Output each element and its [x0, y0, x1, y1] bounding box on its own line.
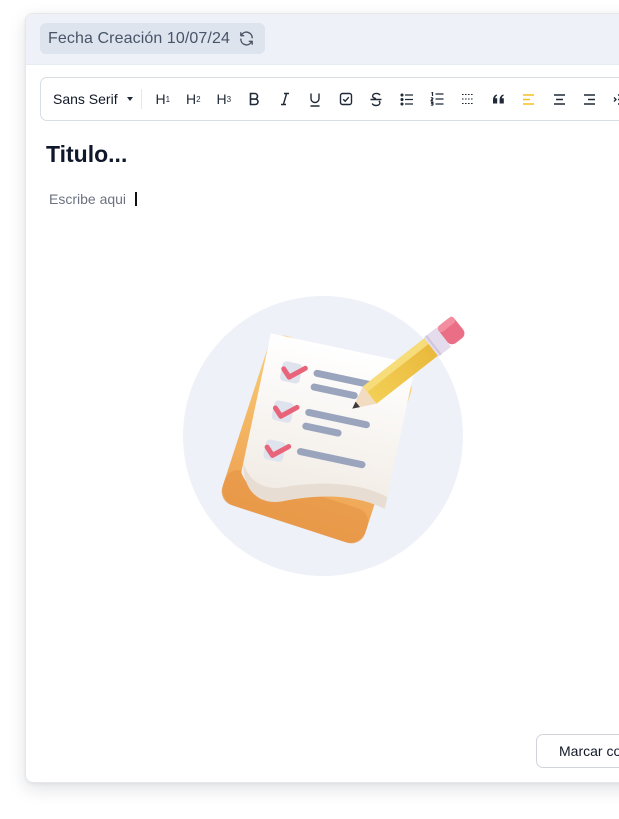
font-family-select[interactable]: Sans Serif	[53, 78, 133, 120]
formatting-toolbar: Sans Serif H1 H2 H3	[40, 77, 619, 121]
refresh-icon[interactable]	[238, 30, 255, 47]
chevron-down-icon	[126, 97, 133, 101]
quote-icon	[492, 94, 504, 104]
italic-button[interactable]	[270, 85, 301, 113]
italic-icon	[280, 92, 289, 106]
ordered-list-button[interactable]	[422, 85, 453, 113]
strikethrough-icon	[370, 92, 382, 106]
underline-icon	[310, 93, 321, 107]
underline-button[interactable]	[300, 85, 331, 113]
toolbar-divider	[140, 89, 142, 109]
divider-button[interactable]	[453, 85, 484, 113]
checkbox-button[interactable]	[331, 85, 362, 113]
align-center-button[interactable]	[544, 85, 575, 113]
align-right-icon	[584, 93, 596, 105]
align-right-button[interactable]	[575, 85, 606, 113]
card-header: Fecha Creación 10/07/24	[26, 14, 619, 65]
creation-date-badge[interactable]: Fecha Creación 10/07/24	[40, 23, 265, 54]
bold-icon	[250, 92, 260, 106]
font-family-value: Sans Serif	[53, 91, 118, 107]
heading-2-button[interactable]: H2	[178, 85, 209, 113]
align-center-icon	[553, 93, 565, 105]
note-body-placeholder: Escribe aqui	[49, 191, 127, 207]
ordered-list-icon	[430, 92, 444, 106]
strikethrough-button[interactable]	[361, 85, 392, 113]
text-cursor	[135, 192, 137, 206]
note-title-input[interactable]: Titulo...	[46, 141, 127, 168]
align-left-icon	[523, 93, 535, 105]
note-card: Fecha Creación 10/07/24 Sans Serif H1 H2…	[25, 13, 619, 783]
note-body-input[interactable]: Escribe aqui	[49, 191, 137, 207]
checkbox-icon	[339, 92, 353, 106]
bold-button[interactable]	[239, 85, 270, 113]
indent-icon	[613, 93, 619, 105]
bullet-list-button[interactable]	[392, 85, 423, 113]
heading-1-button[interactable]: H1	[148, 85, 179, 113]
bullet-list-icon	[400, 92, 413, 106]
creation-date-label: Fecha Creación 10/07/24	[48, 29, 230, 47]
divider-icon	[461, 93, 474, 105]
checklist-pencil-illustration	[183, 296, 465, 576]
indent-button[interactable]	[605, 85, 619, 113]
quote-button[interactable]	[483, 85, 514, 113]
align-left-button[interactable]	[514, 85, 545, 113]
heading-3-button[interactable]: H3	[209, 85, 240, 113]
mark-complete-button[interactable]: Marcar co	[536, 734, 619, 768]
